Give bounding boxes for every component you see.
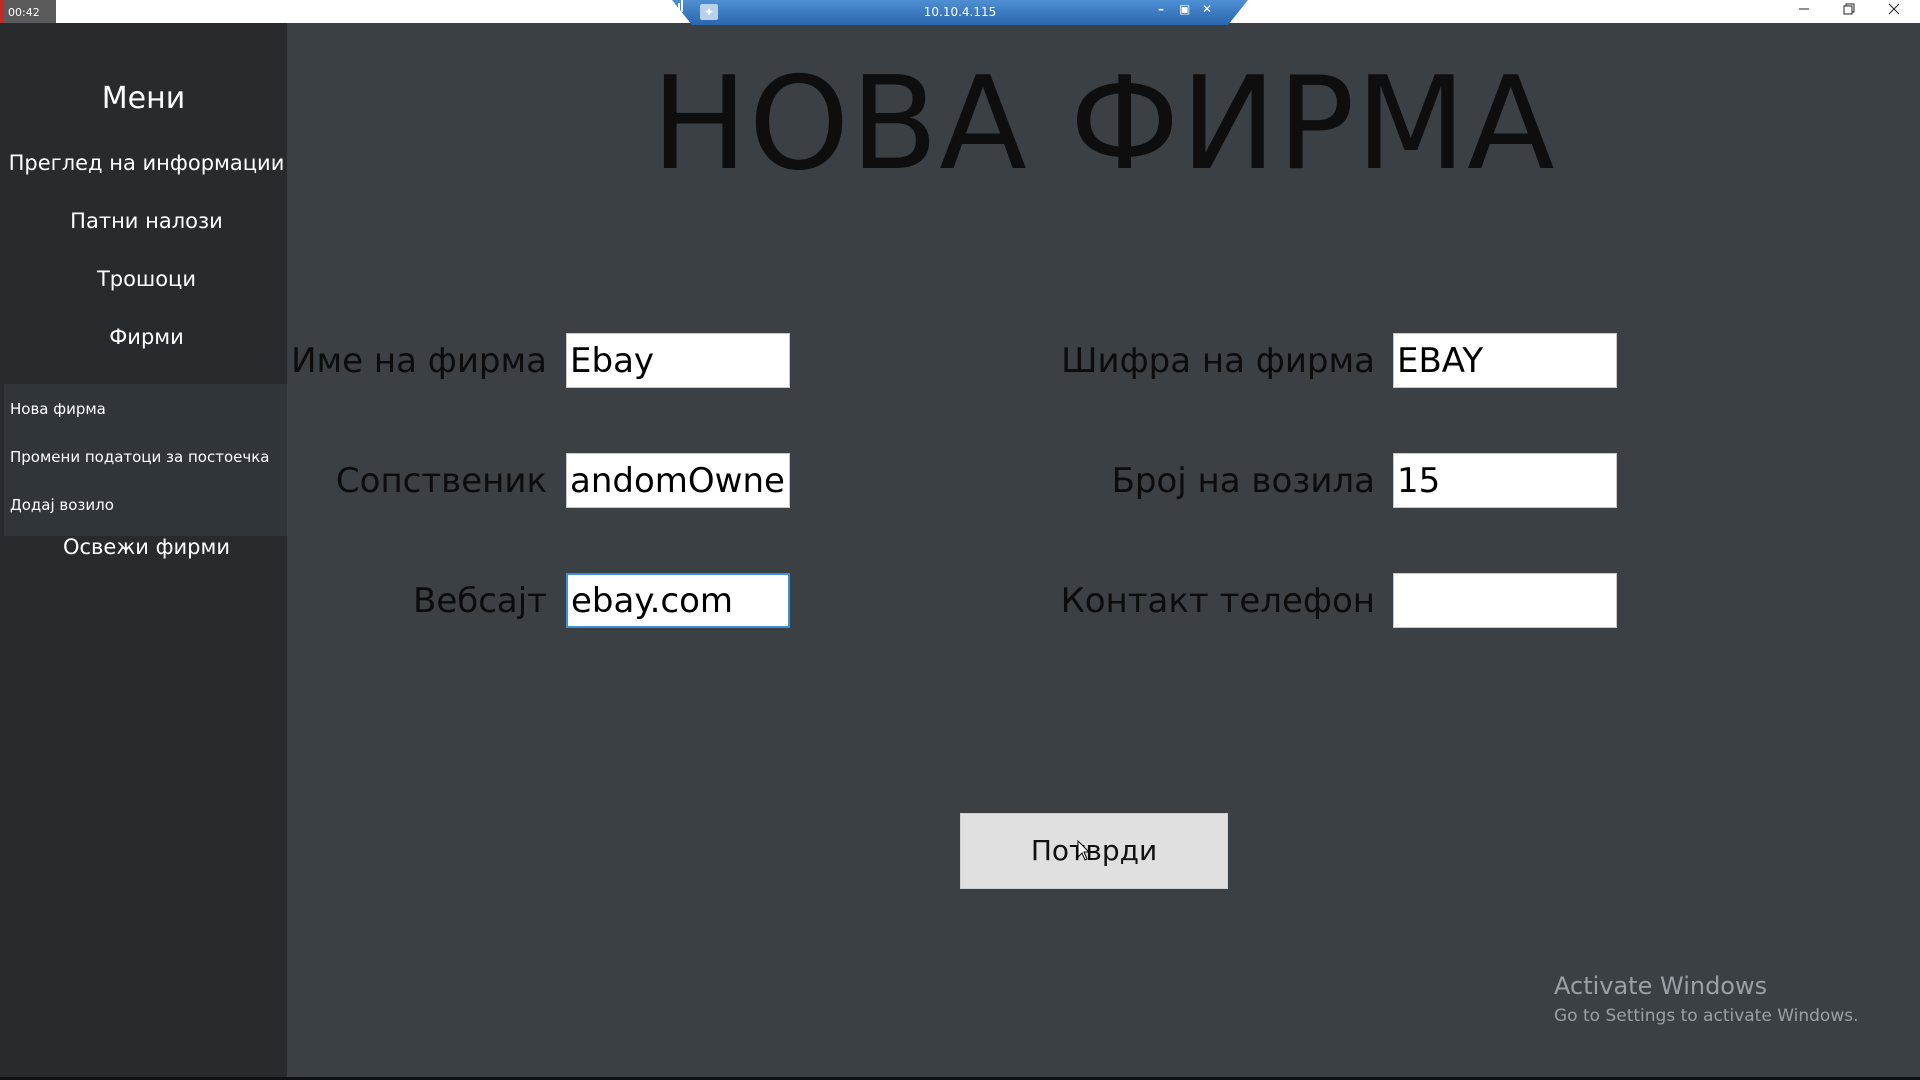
company-name-label: Име на фирма xyxy=(291,341,547,381)
companies-submenu: Нова фирма Промени податоци за постоечка… xyxy=(4,384,287,536)
owner-input[interactable] xyxy=(566,453,790,508)
contact-phone-label: Контакт телефон xyxy=(1060,581,1375,621)
rdp-minimize-button[interactable]: – xyxy=(1158,2,1164,16)
company-code-label: Шифра на фирма xyxy=(1061,341,1375,381)
mouse-cursor-icon xyxy=(1077,840,1091,861)
rdp-restore-button[interactable]: ▣ xyxy=(1179,2,1190,16)
sidebar: Мени Преглед на информации Патни налози … xyxy=(0,23,287,1080)
submenu-item-new-company[interactable]: Нова фирма xyxy=(10,400,106,418)
restore-icon[interactable] xyxy=(1826,0,1872,22)
sidebar-item-overview[interactable]: Преглед на информации xyxy=(0,151,293,175)
owner-label: Сопственик xyxy=(335,461,547,501)
minimize-icon[interactable] xyxy=(1781,0,1827,22)
menu-title: Мени xyxy=(101,81,186,116)
sidebar-item-companies[interactable]: Фирми xyxy=(0,325,293,349)
refresh-companies-button[interactable]: Освежи фирми xyxy=(0,535,293,559)
window-titlebar: 00:42 ✦ 10.10.4.115 – ▣ ✕ xyxy=(0,0,1920,26)
rdp-connection-bar[interactable]: ✦ 10.10.4.115 – ▣ ✕ xyxy=(672,0,1248,25)
page-title: НОВА ФИРМА xyxy=(651,50,1556,199)
rdp-close-button[interactable]: ✕ xyxy=(1202,2,1212,16)
contact-phone-input[interactable] xyxy=(1393,573,1617,628)
vehicle-count-input[interactable] xyxy=(1393,453,1617,508)
vehicle-count-label: Број на возила xyxy=(1111,461,1375,501)
close-icon[interactable] xyxy=(1871,0,1917,22)
submenu-item-edit-company[interactable]: Промени податоци за постоечка xyxy=(10,448,269,466)
website-label: Вебсајт xyxy=(413,581,547,621)
watermark-subtitle: Go to Settings to activate Windows. xyxy=(1554,1006,1859,1026)
activate-windows-watermark: Activate Windows Go to Settings to activ… xyxy=(1554,972,1859,1026)
website-input[interactable] xyxy=(566,573,790,628)
confirm-button[interactable]: Потврди xyxy=(960,813,1228,889)
submenu-item-add-vehicle[interactable]: Додај возило xyxy=(10,496,114,514)
watermark-title: Activate Windows xyxy=(1554,972,1768,1000)
sidebar-item-travel-orders[interactable]: Патни налози xyxy=(0,209,293,233)
company-name-input[interactable] xyxy=(566,333,790,388)
company-code-input[interactable] xyxy=(1393,333,1617,388)
sidebar-item-expenses[interactable]: Трошоци xyxy=(0,267,293,291)
